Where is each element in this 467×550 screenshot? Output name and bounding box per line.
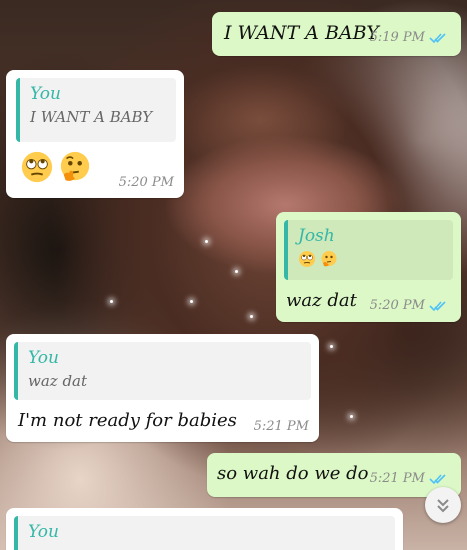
quote-author: Josh (298, 226, 335, 246)
quote-author: You (28, 348, 59, 368)
message-time: 5:21 PM (369, 471, 425, 486)
message-bubble-incoming[interactable]: You I WANT A BABY 5:20 PM (6, 70, 184, 198)
message-meta: 5:20 PM (370, 298, 451, 313)
quote-emoji-row (298, 250, 443, 268)
message-meta: 5:21 PM (254, 419, 309, 434)
message-bubble-incoming[interactable]: You waz dat I'm not ready for babies 5:2… (6, 334, 319, 442)
face-with-rolling-eyes-icon (21, 151, 53, 183)
quote-author: You (30, 84, 61, 104)
sparkle-decoration (190, 300, 193, 303)
message-bubble-outgoing[interactable]: Josh waz dat 5:20 PM (276, 212, 461, 322)
sparkle-decoration (205, 240, 208, 243)
read-receipt-icon (429, 300, 446, 311)
message-bubble-incoming[interactable]: You (6, 508, 403, 550)
double-chevron-down-icon (437, 499, 449, 513)
message-time: 5:21 PM (253, 419, 309, 434)
sparkle-decoration (110, 300, 113, 303)
emoji-row (20, 150, 92, 184)
read-receipt-icon (429, 32, 446, 43)
quoted-message[interactable]: You (14, 516, 395, 550)
scroll-to-bottom-button[interactable] (425, 487, 461, 523)
message-time: 5:20 PM (118, 175, 174, 190)
message-text: I'm not ready for babies (18, 410, 237, 431)
message-bubble-outgoing[interactable]: I WANT A BABY 5:19 PM (212, 12, 461, 56)
message-text: so wah do we do (217, 463, 369, 484)
quote-text: I WANT A BABY (30, 108, 153, 126)
message-bubble-outgoing[interactable]: so wah do we do 5:21 PM (207, 453, 461, 497)
read-receipt-icon (429, 473, 446, 484)
sparkle-decoration (350, 415, 353, 418)
thinking-face-icon (60, 151, 90, 181)
face-with-rolling-eyes-icon (299, 251, 315, 267)
message-time: 5:20 PM (369, 298, 425, 313)
message-meta: 5:20 PM (119, 175, 174, 190)
sparkle-decoration (330, 345, 333, 348)
sparkle-decoration (250, 315, 253, 318)
message-meta: 5:19 PM (370, 30, 451, 45)
quote-text: waz dat (28, 372, 88, 390)
quote-author: You (28, 522, 59, 542)
thinking-face-icon (321, 251, 337, 267)
sparkle-decoration (235, 270, 238, 273)
message-meta: 5:21 PM (370, 471, 451, 486)
quoted-message[interactable]: You waz dat (14, 342, 311, 400)
message-text: I WANT A BABY (224, 22, 379, 44)
message-time: 5:19 PM (369, 30, 425, 45)
message-text: waz dat (286, 290, 357, 311)
quoted-message[interactable]: Josh (284, 220, 453, 280)
quoted-message[interactable]: You I WANT A BABY (16, 78, 176, 142)
